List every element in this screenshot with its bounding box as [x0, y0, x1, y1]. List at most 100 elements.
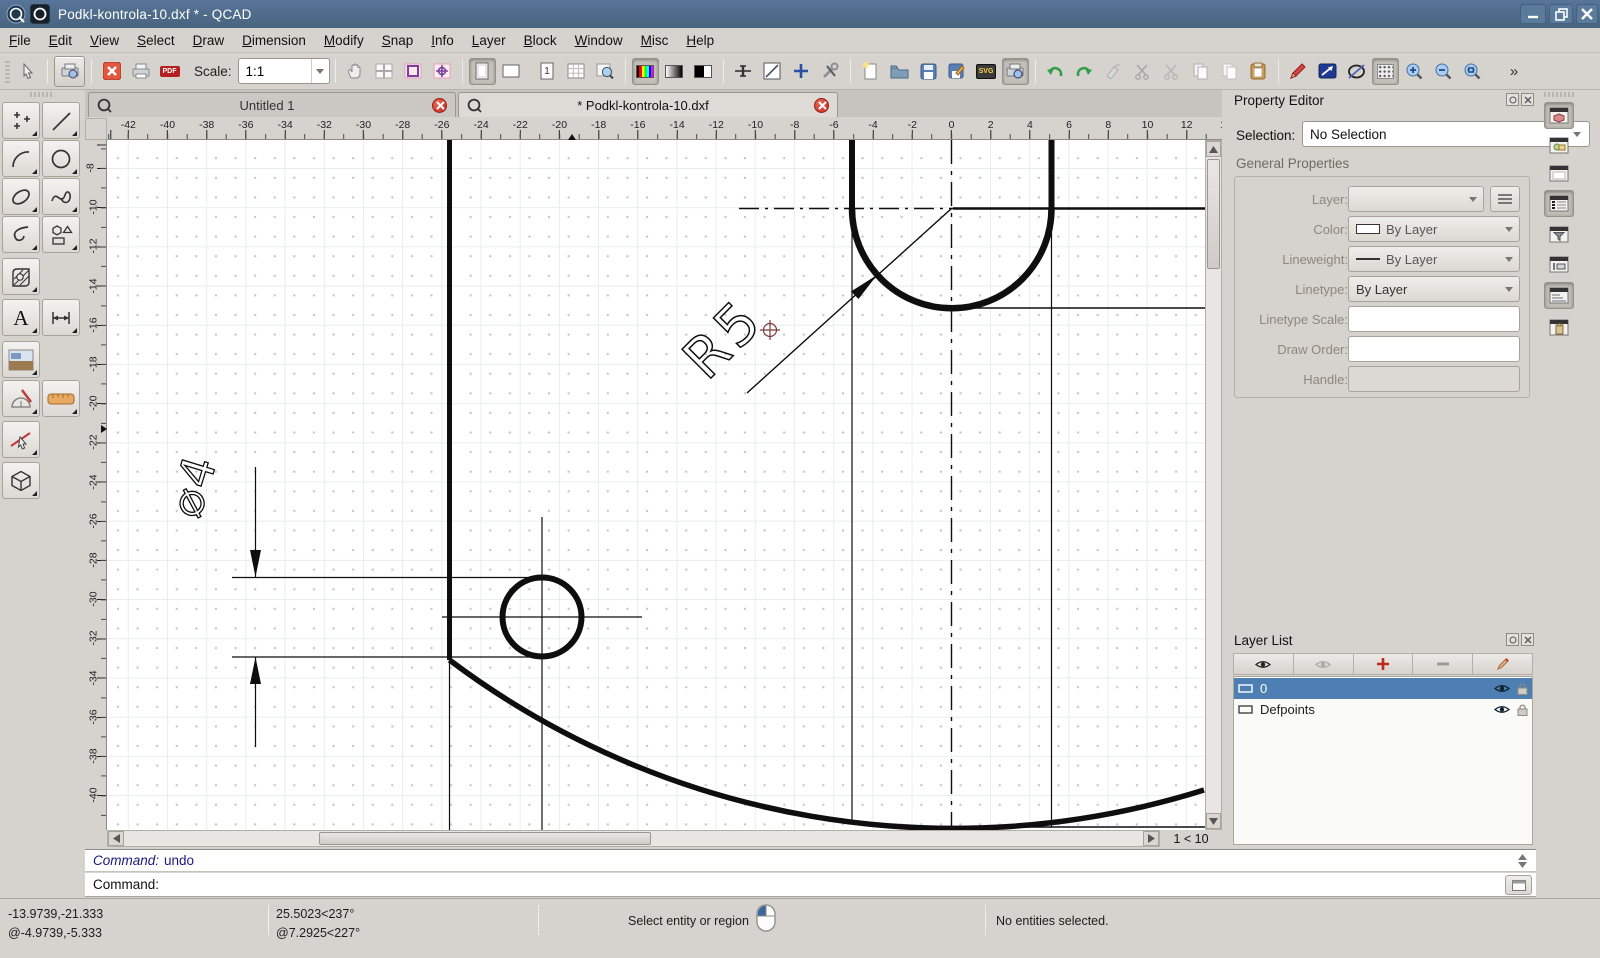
- menu-item[interactable]: Edit: [40, 30, 81, 51]
- remove-layer-button[interactable]: [1413, 653, 1473, 675]
- draw-order-input[interactable]: [1348, 336, 1520, 362]
- dock-property-editor-button[interactable]: [1544, 190, 1574, 217]
- preferences-button[interactable]: [817, 58, 844, 85]
- layer-lock-icon[interactable]: [1517, 683, 1528, 695]
- restore-button[interactable]: [1549, 4, 1573, 24]
- dock-empty-panel-button[interactable]: [1544, 160, 1574, 187]
- paste-button[interactable]: [1245, 58, 1272, 85]
- color-combobox[interactable]: By Layer: [1348, 216, 1520, 242]
- arc-tools-button[interactable]: [2, 140, 40, 177]
- dock-clipboard-button[interactable]: [1544, 314, 1574, 341]
- new-document-button[interactable]: [857, 58, 884, 85]
- ruler-tool-button[interactable]: [42, 380, 80, 417]
- layer-lock-icon[interactable]: [1517, 704, 1528, 716]
- menu-item[interactable]: Dimension: [233, 30, 315, 51]
- panel-close-button[interactable]: [1521, 93, 1534, 106]
- point-tools-button[interactable]: [2, 102, 40, 139]
- undo-button[interactable]: [1042, 58, 1069, 85]
- layer-visible-icon[interactable]: [1494, 704, 1510, 715]
- copy-reference-button[interactable]: [1216, 58, 1243, 85]
- tab-close-button[interactable]: [814, 98, 829, 113]
- toolbar-overflow-button[interactable]: »: [1501, 58, 1528, 85]
- menu-item[interactable]: Block: [515, 30, 566, 51]
- dock-command-line-button[interactable]: [1544, 282, 1574, 309]
- close-button[interactable]: [1576, 4, 1598, 24]
- blackwhite-mode-button[interactable]: [690, 58, 717, 85]
- menu-item[interactable]: Snap: [373, 30, 423, 51]
- panel-float-button[interactable]: [1506, 93, 1519, 106]
- scale-dropdown-arrow[interactable]: [311, 59, 329, 83]
- dock-view-list-button[interactable]: [1544, 132, 1574, 159]
- command-input[interactable]: Command:: [85, 873, 1536, 897]
- open-document-button[interactable]: [886, 58, 913, 85]
- show-all-layers-button[interactable]: [1233, 653, 1294, 675]
- solid-tools-button[interactable]: [2, 462, 40, 499]
- spline-tools-button[interactable]: [42, 178, 80, 215]
- pan-button[interactable]: [342, 58, 369, 85]
- print-button[interactable]: [127, 58, 154, 85]
- scroll-down-arrow[interactable]: [1206, 813, 1221, 829]
- entity-contour-arc[interactable]: [450, 660, 1205, 828]
- horizontal-scrollbar[interactable]: [107, 830, 1160, 847]
- zoom-out-button[interactable]: [1430, 58, 1457, 85]
- print-preview-toggle-button[interactable]: [54, 56, 85, 87]
- grayscale-mode-button[interactable]: [661, 58, 688, 85]
- panel-grip[interactable]: [30, 92, 54, 97]
- radius-dimension-text[interactable]: R5: [671, 286, 777, 392]
- layer-visible-icon[interactable]: [1494, 683, 1510, 694]
- menu-item[interactable]: Info: [422, 30, 463, 51]
- history-spinner[interactable]: [1513, 851, 1531, 871]
- layer-row-defpoints[interactable]: Defpoints: [1234, 699, 1532, 720]
- landscape-page-button[interactable]: [498, 58, 525, 85]
- image-tool-button[interactable]: [2, 341, 40, 378]
- drawing-canvas[interactable]: ⌀4 R5: [107, 140, 1205, 830]
- auto-zoom-button[interactable]: [1459, 58, 1486, 85]
- close-drawing-button[interactable]: [98, 58, 125, 85]
- menu-item[interactable]: Misc: [632, 30, 678, 51]
- cut-reference-button[interactable]: [1158, 58, 1185, 85]
- diameter-dimension-text[interactable]: ⌀4: [158, 447, 228, 523]
- lineweight-combobox[interactable]: By Layer: [1348, 246, 1520, 272]
- redo-button[interactable]: [1071, 58, 1098, 85]
- menu-item[interactable]: Layer: [463, 30, 515, 51]
- toolbar-grip[interactable]: [5, 59, 10, 83]
- delete-button[interactable]: [1100, 58, 1127, 85]
- scale-combobox[interactable]: 1:1: [238, 58, 330, 84]
- menu-item[interactable]: Modify: [315, 30, 373, 51]
- measure-tools-button[interactable]: [2, 380, 40, 417]
- edit-layer-button[interactable]: [1473, 653, 1533, 675]
- menu-item[interactable]: Select: [128, 30, 184, 51]
- scroll-up-arrow[interactable]: [1206, 141, 1221, 157]
- viewport-frame-button[interactable]: [400, 58, 427, 85]
- dock-block-list-button[interactable]: [1544, 102, 1574, 129]
- hatch-tools-button[interactable]: [2, 258, 40, 295]
- hide-all-layers-button[interactable]: [1294, 653, 1354, 675]
- polyline-tools-button[interactable]: [2, 216, 40, 253]
- menu-item[interactable]: View: [81, 30, 128, 51]
- linetype-combobox[interactable]: By Layer: [1348, 276, 1520, 302]
- circle-tools-button[interactable]: [42, 140, 80, 177]
- add-layer-button[interactable]: [1354, 653, 1414, 675]
- viewports-button[interactable]: [371, 58, 398, 85]
- dock-selection-filter-button[interactable]: [1544, 221, 1574, 248]
- layer-combobox[interactable]: [1348, 186, 1484, 212]
- draft-mode-button[interactable]: [759, 58, 786, 85]
- screen-crosshair-button[interactable]: [788, 58, 815, 85]
- scroll-left-arrow[interactable]: [108, 831, 124, 846]
- restrict-mode-button[interactable]: [1343, 58, 1370, 85]
- zoom-in-button[interactable]: [1401, 58, 1428, 85]
- panel-float-button[interactable]: [1506, 633, 1519, 646]
- absolute-coordinates-button[interactable]: [1314, 58, 1341, 85]
- dock-grip[interactable]: [1544, 92, 1574, 97]
- tab-untitled-1[interactable]: Untitled 1: [88, 92, 456, 117]
- minimize-button[interactable]: [1520, 4, 1546, 24]
- layer-menu-button[interactable]: [1490, 186, 1520, 212]
- multi-page-grid-button[interactable]: [563, 58, 590, 85]
- tab-close-button[interactable]: [432, 98, 447, 113]
- dock-reference-button[interactable]: [1544, 251, 1574, 278]
- full-color-mode-button[interactable]: [632, 58, 659, 85]
- command-options-button[interactable]: [1505, 875, 1532, 895]
- menu-item[interactable]: Draw: [184, 30, 234, 51]
- lineweight-display-button[interactable]: [730, 58, 757, 85]
- text-tools-button[interactable]: A: [2, 299, 40, 336]
